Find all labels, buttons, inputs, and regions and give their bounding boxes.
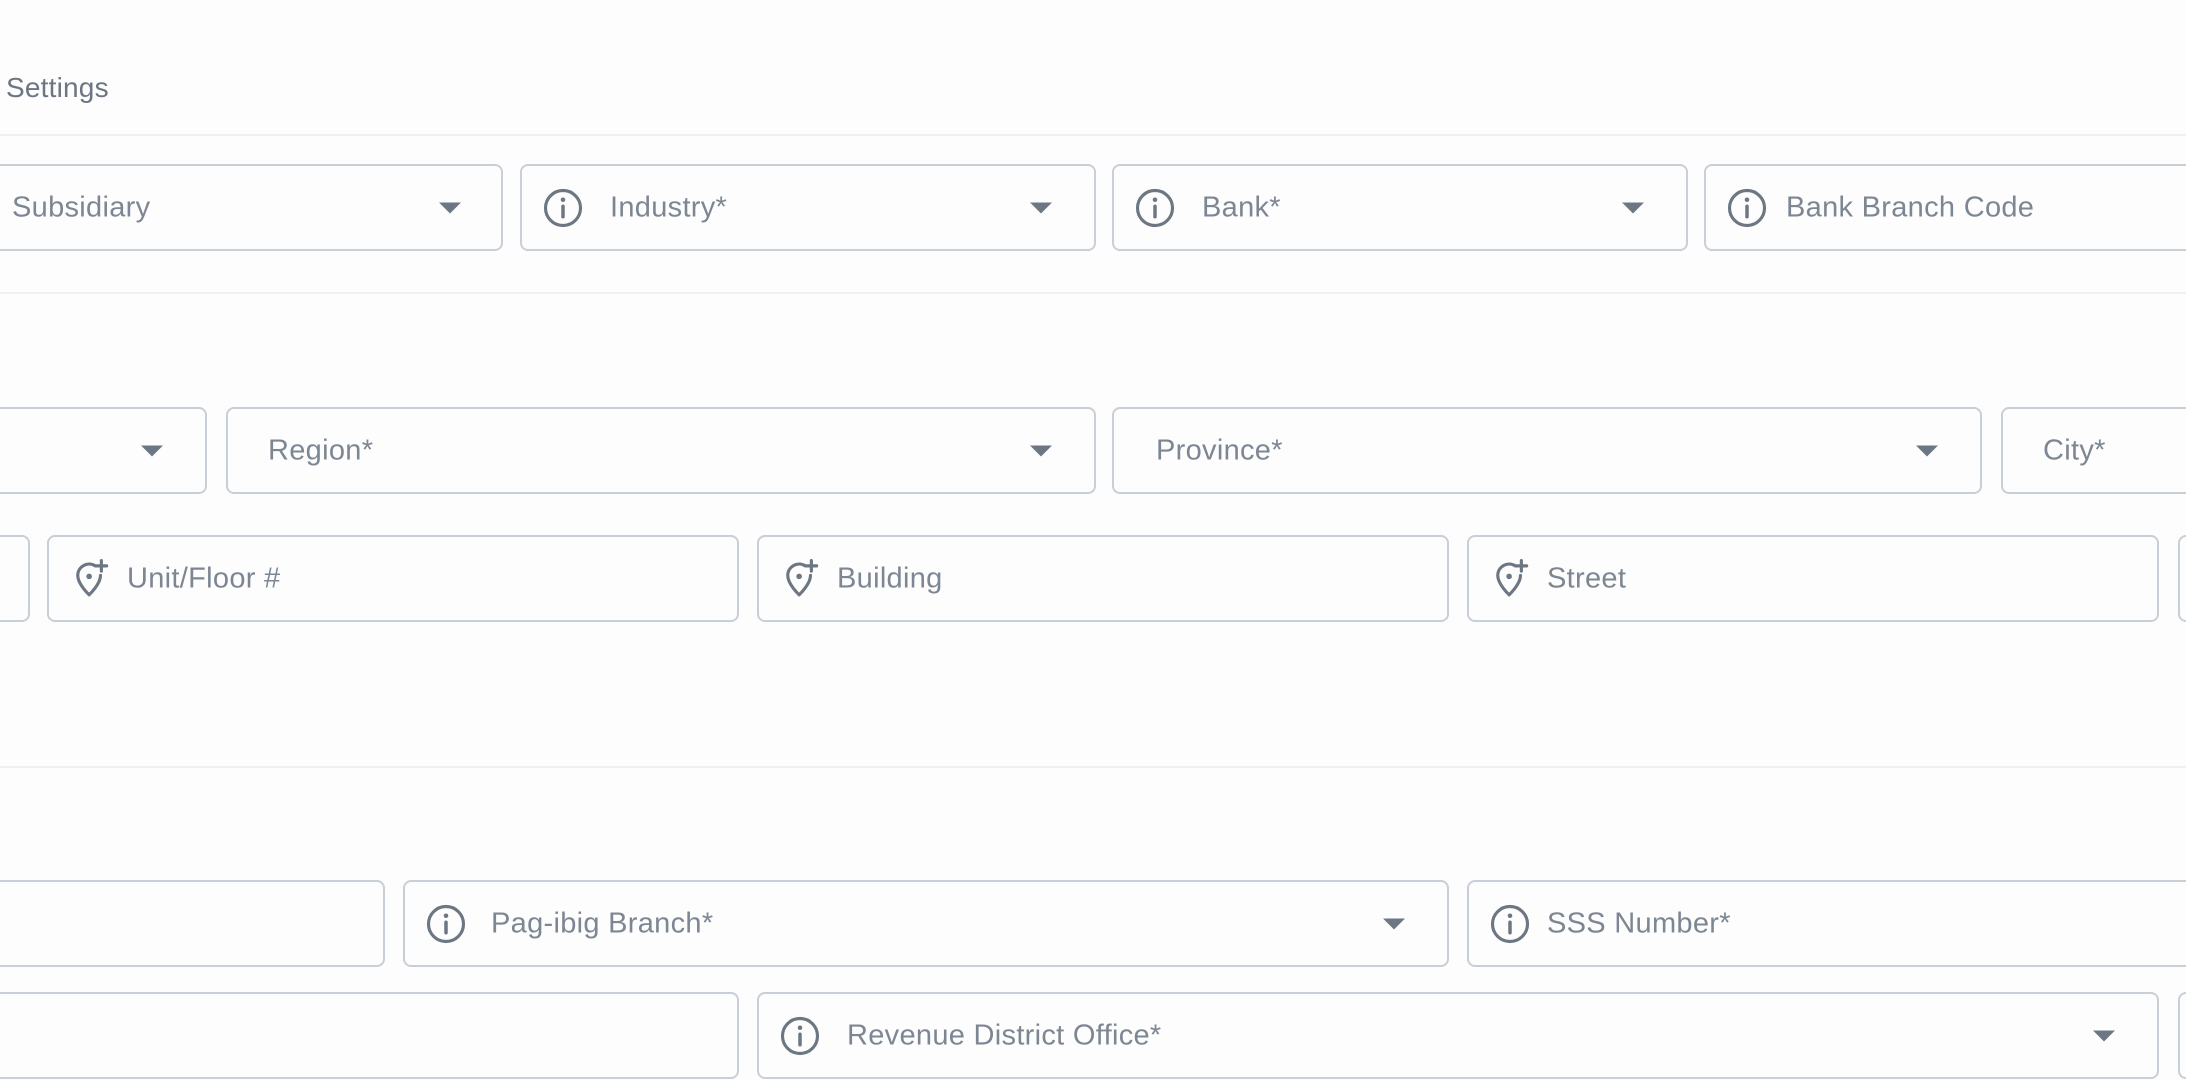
city-label: City* xyxy=(2043,434,2106,466)
bank-branch-code-field[interactable]: Bank Branch Code xyxy=(1704,164,2186,251)
unit-floor-field[interactable]: Unit/Floor # xyxy=(47,535,739,622)
province-label: Province* xyxy=(1156,434,1283,466)
divider xyxy=(0,134,2186,136)
chevron-down-icon xyxy=(2093,1030,2115,1041)
government-id-field[interactable] xyxy=(0,880,385,967)
chevron-down-icon xyxy=(1622,202,1644,213)
revenue-district-office-select[interactable]: Revenue District Office* xyxy=(757,992,2159,1079)
divider xyxy=(0,766,2186,768)
settings-form-page: Settings Subsidiary Industry* Bank* Bank… xyxy=(0,0,2186,1080)
info-icon xyxy=(425,903,467,945)
address-field-partial[interactable] xyxy=(0,535,30,622)
street-field[interactable]: Street xyxy=(1467,535,2159,622)
chevron-down-icon xyxy=(1030,445,1052,456)
info-icon xyxy=(779,1015,821,1057)
building-label: Building xyxy=(837,562,943,594)
industry-select[interactable]: Industry* xyxy=(520,164,1096,251)
industry-label: Industry* xyxy=(610,191,728,223)
address-field-partial[interactable] xyxy=(2178,535,2186,622)
section-title: Settings xyxy=(6,72,109,103)
building-field[interactable]: Building xyxy=(757,535,1449,622)
tax-field-partial[interactable] xyxy=(2178,992,2186,1079)
location-pin-plus-icon xyxy=(69,558,111,600)
divider xyxy=(0,292,2186,294)
region-label: Region* xyxy=(268,434,374,466)
tin-field[interactable] xyxy=(0,992,739,1079)
bank-select[interactable]: Bank* xyxy=(1112,164,1688,251)
chevron-down-icon xyxy=(1030,202,1052,213)
pagibig-branch-select[interactable]: Pag-ibig Branch* xyxy=(403,880,1449,967)
region-select[interactable]: Region* xyxy=(226,407,1096,494)
chevron-down-icon xyxy=(141,445,163,456)
city-select[interactable]: City* xyxy=(2001,407,2186,494)
location-pin-plus-icon xyxy=(779,558,821,600)
info-icon xyxy=(1726,187,1768,229)
subsidiary-select[interactable]: Subsidiary xyxy=(0,164,503,251)
chevron-down-icon xyxy=(1916,445,1938,456)
chevron-down-icon xyxy=(439,202,461,213)
sss-number-field[interactable]: SSS Number* xyxy=(1467,880,2186,967)
bank-branch-code-label: Bank Branch Code xyxy=(1786,191,2035,223)
info-icon xyxy=(542,187,584,229)
revenue-district-office-label: Revenue District Office* xyxy=(847,1019,1162,1051)
street-label: Street xyxy=(1547,562,1627,594)
province-select[interactable]: Province* xyxy=(1112,407,1982,494)
info-icon xyxy=(1134,187,1176,229)
sss-number-label: SSS Number* xyxy=(1547,907,1731,939)
bank-label: Bank* xyxy=(1202,191,1281,223)
country-select[interactable] xyxy=(0,407,207,494)
info-icon xyxy=(1489,903,1531,945)
subsidiary-label: Subsidiary xyxy=(12,191,151,223)
unit-floor-label: Unit/Floor # xyxy=(127,562,281,594)
location-pin-plus-icon xyxy=(1489,558,1531,600)
pagibig-branch-label: Pag-ibig Branch* xyxy=(491,907,714,939)
chevron-down-icon xyxy=(1383,918,1405,929)
